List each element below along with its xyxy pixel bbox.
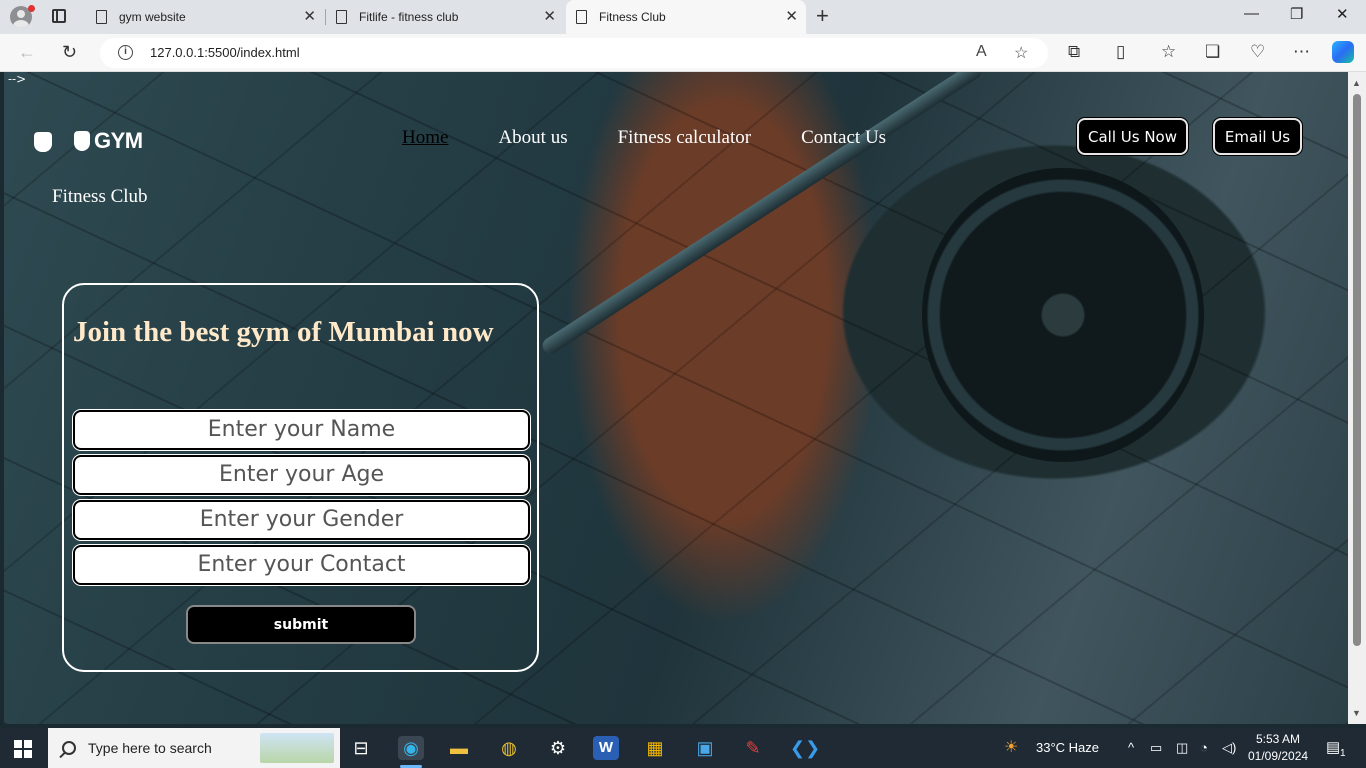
search-icon	[62, 741, 76, 755]
file-explorer-icon[interactable]: ▬	[446, 736, 472, 760]
web-page: --> GYM Fitness Club Home About us Fitne…	[4, 72, 1348, 724]
call-us-button[interactable]: Call Us Now	[1077, 118, 1188, 155]
brand-subtitle: Fitness Club	[52, 186, 148, 207]
nav-link-about[interactable]: About us	[498, 127, 567, 149]
page-icon	[336, 10, 347, 24]
age-input[interactable]: Enter your Age	[73, 455, 530, 495]
windows-start-icon[interactable]	[14, 740, 32, 758]
refresh-icon[interactable]: ↻	[62, 42, 77, 63]
favorites-icon[interactable]: ☆	[1161, 42, 1176, 62]
windows-taskbar: Type here to search ⊟ ◉ ▬ ◍ ⚙ W ▦ ▣ ✎ ❮❯…	[0, 728, 1366, 768]
nav-link-home[interactable]: Home	[402, 127, 448, 149]
scrollbar-thumb[interactable]	[1353, 94, 1361, 646]
email-us-button[interactable]: Email Us	[1213, 118, 1302, 155]
notification-count: 1	[1340, 748, 1346, 759]
logo-icon	[74, 131, 90, 151]
page-icon	[96, 10, 107, 24]
read-aloud-icon[interactable]: A	[976, 43, 987, 61]
page-scrollbar[interactable]: ▲ ▼	[1348, 72, 1366, 724]
paint-icon[interactable]: ✎	[740, 736, 766, 760]
close-tab-icon[interactable]: ✕	[303, 8, 316, 26]
photos-icon[interactable]: ▣	[692, 736, 718, 760]
nav-link-fitness-calculator[interactable]: Fitness calculator	[618, 127, 752, 149]
nav-link-contact[interactable]: Contact Us	[801, 127, 886, 149]
tab-gym-website[interactable]: gym website ✕	[86, 0, 324, 34]
favorite-star-icon[interactable]: ☆	[1014, 43, 1028, 63]
scroll-up-icon[interactable]: ▲	[1352, 78, 1361, 88]
tab-fitness-club[interactable]: Fitness Club ✕	[566, 0, 806, 34]
new-tab-icon[interactable]: +	[816, 3, 829, 29]
search-placeholder: Type here to search	[88, 740, 212, 756]
close-tab-icon[interactable]: ✕	[785, 8, 798, 26]
weather-icon[interactable]: ☀	[1004, 737, 1018, 757]
browser-toolbar: ← ↻ i 127.0.0.1:5500/index.html A ☆ ⧉ ▯ …	[0, 34, 1366, 72]
stray-comment-text: -->	[8, 72, 27, 86]
battery-icon[interactable]: ▭	[1150, 740, 1162, 756]
meet-now-icon[interactable]: ◫	[1176, 740, 1188, 756]
search-highlight-image	[260, 733, 334, 763]
tab-title: Fitness Club	[599, 10, 666, 24]
close-tab-icon[interactable]: ✕	[543, 8, 556, 26]
more-menu-icon[interactable]: ⋯	[1293, 42, 1310, 62]
task-view-icon[interactable]: ⊟	[348, 736, 374, 760]
address-bar[interactable]: i 127.0.0.1:5500/index.html A ☆	[100, 38, 1048, 68]
wifi-icon[interactable]: ◔	[1200, 740, 1208, 755]
url-text[interactable]: 127.0.0.1:5500/index.html	[150, 45, 300, 60]
word-icon[interactable]: W	[593, 736, 619, 760]
collections-icon[interactable]: ❏	[1205, 42, 1220, 62]
show-hidden-icons[interactable]: ^	[1128, 740, 1134, 755]
submit-button[interactable]: submit	[186, 605, 416, 644]
volume-icon[interactable]: ◁)	[1222, 740, 1236, 756]
taskbar-search[interactable]: Type here to search	[48, 728, 340, 768]
browser-tab-bar: gym website ✕ Fitlife - fitness club ✕ F…	[0, 0, 1366, 34]
back-icon[interactable]: ←	[18, 42, 36, 63]
site-logo[interactable]: GYM	[74, 128, 143, 154]
logo-text: GYM	[94, 128, 143, 153]
vscode-icon[interactable]: ❮❯	[790, 736, 820, 760]
copilot-icon[interactable]	[1332, 41, 1354, 63]
browser-essentials-icon[interactable]: ♡	[1250, 42, 1265, 62]
name-input[interactable]: Enter your Name	[73, 410, 530, 450]
contact-input[interactable]: Enter your Contact	[73, 545, 530, 585]
barbell-plate-graphic	[922, 168, 1204, 462]
window-close-icon[interactable]: ✕	[1336, 5, 1349, 23]
chrome-icon[interactable]: ◍	[496, 736, 522, 760]
clock-date: 01/09/2024	[1248, 749, 1309, 763]
dumbbell-icon	[34, 132, 52, 152]
main-navigation: Home About us Fitness calculator Contact…	[402, 127, 936, 149]
split-screen-icon[interactable]: ▯	[1116, 42, 1125, 62]
form-title: Join the best gym of Mumbai now	[73, 316, 494, 348]
edge-browser-icon[interactable]: ◉	[398, 736, 424, 760]
scroll-down-icon[interactable]: ▼	[1352, 708, 1361, 718]
clock-time: 5:53 AM	[1255, 732, 1301, 746]
tab-actions-icon[interactable]	[52, 9, 66, 23]
settings-gear-icon[interactable]: ⚙	[545, 736, 571, 760]
tab-fitlife[interactable]: Fitlife - fitness club ✕	[326, 0, 564, 34]
site-info-icon[interactable]: i	[118, 45, 133, 60]
system-clock[interactable]: 5:53 AM 01/09/2024	[1248, 731, 1308, 765]
join-form: Join the best gym of Mumbai now Enter yo…	[62, 283, 539, 672]
minimize-icon[interactable]: —	[1244, 5, 1259, 22]
extensions-icon[interactable]: ⧉	[1068, 42, 1080, 62]
restore-icon[interactable]: ❐	[1290, 5, 1303, 23]
weather-text[interactable]: 33°C Haze	[1036, 740, 1099, 755]
notifications-icon[interactable]: ▤	[1326, 738, 1340, 756]
gender-input[interactable]: Enter your Gender	[73, 500, 530, 540]
profile-notification-dot	[28, 5, 35, 12]
microsoft-store-icon[interactable]: ▦	[642, 736, 668, 760]
tab-title: Fitlife - fitness club	[359, 10, 459, 24]
tab-title: gym website	[119, 10, 186, 24]
page-icon	[576, 10, 587, 24]
